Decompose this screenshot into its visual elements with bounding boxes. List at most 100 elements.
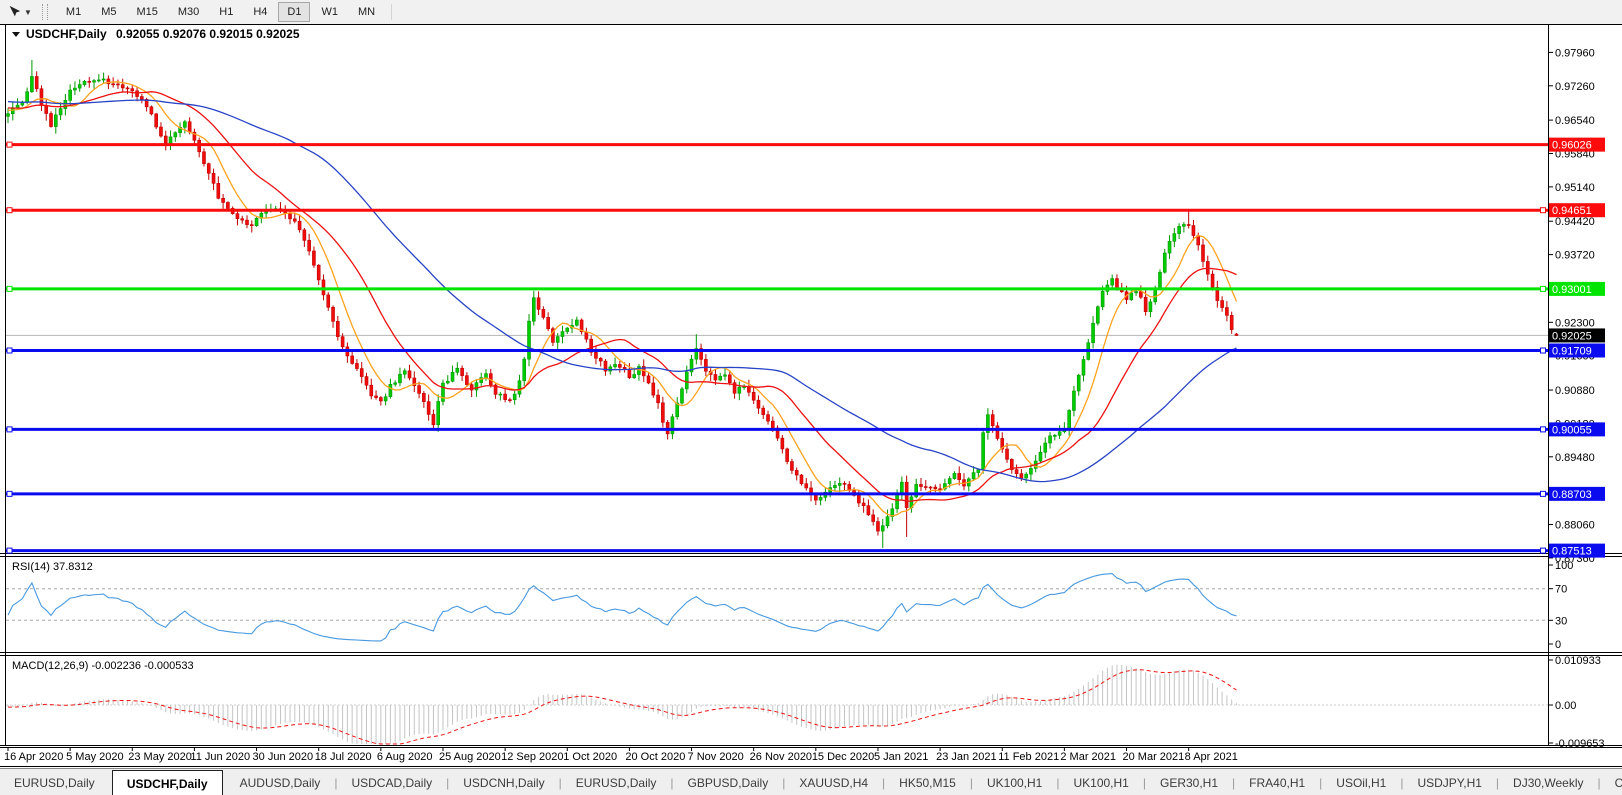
level-marker[interactable] xyxy=(1541,208,1546,213)
date-tick-label: 30 Jun 2020 xyxy=(253,751,314,763)
chart-tab-xauusd-h4[interactable]: XAUUSD,H4 xyxy=(785,769,882,795)
candle-body xyxy=(355,363,358,368)
chart-tab-eurusd-daily[interactable]: EURUSD,Daily xyxy=(0,769,109,795)
chart-tab-ger30-h1[interactable]: GER30,H1 xyxy=(1146,769,1232,795)
candle-body xyxy=(1211,274,1214,287)
chart-tab-usoil-h1[interactable]: USOil,H1 xyxy=(1322,769,1400,795)
chart-canvas[interactable]: 0.979600.972600.965400.958400.951400.944… xyxy=(0,24,1622,768)
candle-body xyxy=(747,387,750,393)
candle-body xyxy=(728,375,731,383)
macd-tick-label: 0.010933 xyxy=(1555,655,1601,667)
toolbar-grip[interactable] xyxy=(42,4,48,20)
candle-body xyxy=(518,381,521,394)
timeframe-button-mn[interactable]: MN xyxy=(349,2,384,22)
candle-body xyxy=(112,84,115,85)
level-marker[interactable] xyxy=(7,208,12,213)
rsi-label: RSI(14) 37.8312 xyxy=(12,561,93,573)
timeframe-button-d1[interactable]: D1 xyxy=(278,2,310,22)
chart-tab-china300-h1[interactable]: CHINA300,H1 xyxy=(1601,769,1622,795)
timeframe-button-h1[interactable]: H1 xyxy=(210,2,242,22)
collapse-triangle-icon[interactable] xyxy=(12,32,20,37)
candle-body xyxy=(136,91,139,97)
chart-tab-hk50-m15[interactable]: HK50,M15 xyxy=(885,769,970,795)
candle-body xyxy=(876,522,879,532)
level-marker[interactable] xyxy=(7,348,12,353)
chart-tab-dj30-weekly[interactable]: DJ30,Weekly xyxy=(1499,769,1597,795)
candle-body xyxy=(97,80,100,81)
candle-body xyxy=(628,369,631,378)
candle-body xyxy=(1058,432,1061,436)
candle-body xyxy=(924,487,927,488)
candle-body xyxy=(1225,308,1228,316)
level-price-label: 0.88703 xyxy=(1552,489,1592,501)
chart-tab-uk100-h1[interactable]: UK100,H1 xyxy=(1059,769,1142,795)
chart-tab-uk100-h1[interactable]: UK100,H1 xyxy=(973,769,1056,795)
date-tick-label: 5 May 2020 xyxy=(66,751,123,763)
date-tick-label: 23 May 2020 xyxy=(128,751,192,763)
candle-body xyxy=(862,503,865,506)
rsi-tick-label: 0 xyxy=(1555,639,1561,651)
timeframe-button-m30[interactable]: M30 xyxy=(169,2,208,22)
candle-body xyxy=(1144,297,1147,311)
candle-body xyxy=(126,88,129,89)
candle-body xyxy=(1149,302,1152,312)
date-tick-label: 6 Aug 2020 xyxy=(377,751,433,763)
candle-body xyxy=(16,105,19,108)
level-marker[interactable] xyxy=(7,548,12,553)
candle-body xyxy=(1230,315,1233,329)
chart-tab-fra40-h1[interactable]: FRA40,H1 xyxy=(1235,769,1319,795)
level-marker[interactable] xyxy=(1541,548,1546,553)
chart-tab-audusd-daily[interactable]: AUDUSD,Daily xyxy=(226,769,335,795)
candle-body xyxy=(1068,410,1071,429)
chart-tab-eurusd-daily[interactable]: EURUSD,Daily xyxy=(562,769,671,795)
candle-body xyxy=(547,317,550,328)
price-tick-label: 0.92300 xyxy=(1555,317,1595,329)
candle-body xyxy=(982,433,985,470)
level-marker[interactable] xyxy=(7,491,12,496)
chart-tab-usdcad-daily[interactable]: USDCAD,Daily xyxy=(337,769,446,795)
candle-body xyxy=(790,462,793,471)
level-price-label: 0.90055 xyxy=(1552,424,1592,436)
candle-body xyxy=(116,84,119,85)
candle-body xyxy=(164,136,167,144)
candle-body xyxy=(427,402,430,415)
candle-body xyxy=(685,372,688,389)
candle-body xyxy=(121,85,124,88)
candle-body xyxy=(508,400,511,401)
candle-body xyxy=(934,487,937,489)
chart-tab-gbpusd-daily[interactable]: GBPUSD,Daily xyxy=(674,769,783,795)
timeframe-button-h4[interactable]: H4 xyxy=(244,2,276,22)
ma-line-21 xyxy=(8,92,1236,501)
timeframe-button-m1[interactable]: M1 xyxy=(57,2,90,22)
date-tick-label: 26 Nov 2020 xyxy=(750,751,812,763)
cursor-tool-icon[interactable] xyxy=(4,3,24,21)
timeframe-button-m5[interactable]: M5 xyxy=(92,2,125,22)
chart-tab-usdcnh-daily[interactable]: USDCNH,Daily xyxy=(449,769,558,795)
level-marker[interactable] xyxy=(7,286,12,291)
chart-tab-usdjpy-h1[interactable]: USDJPY,H1 xyxy=(1403,769,1495,795)
horizontal-levels[interactable] xyxy=(6,142,1548,553)
candle-body xyxy=(657,395,660,403)
timeframe-button-m15[interactable]: M15 xyxy=(127,2,166,22)
level-marker[interactable] xyxy=(1541,348,1546,353)
chevron-down-icon[interactable]: ▼ xyxy=(24,8,32,17)
price-tick-label: 0.89480 xyxy=(1555,452,1595,464)
date-tick-label: 25 Aug 2020 xyxy=(439,751,501,763)
candle-body xyxy=(40,89,43,106)
timeframe-button-w1[interactable]: W1 xyxy=(312,2,347,22)
level-marker[interactable] xyxy=(1541,427,1546,432)
level-marker[interactable] xyxy=(1541,286,1546,291)
candle-body xyxy=(857,495,860,503)
chart-tab-usdchf-daily[interactable]: USDCHF,Daily xyxy=(112,770,223,795)
candle-body xyxy=(680,389,683,403)
candle-body xyxy=(513,394,516,400)
candle-body xyxy=(537,298,540,310)
level-marker[interactable] xyxy=(7,142,12,147)
level-marker[interactable] xyxy=(7,427,12,432)
date-tick-label: 20 Mar 2021 xyxy=(1123,751,1185,763)
candle-body xyxy=(1221,301,1224,308)
level-marker[interactable] xyxy=(1541,491,1546,496)
macd-signal-line xyxy=(8,670,1236,744)
candle-body xyxy=(222,198,225,202)
candle-body xyxy=(83,81,86,84)
